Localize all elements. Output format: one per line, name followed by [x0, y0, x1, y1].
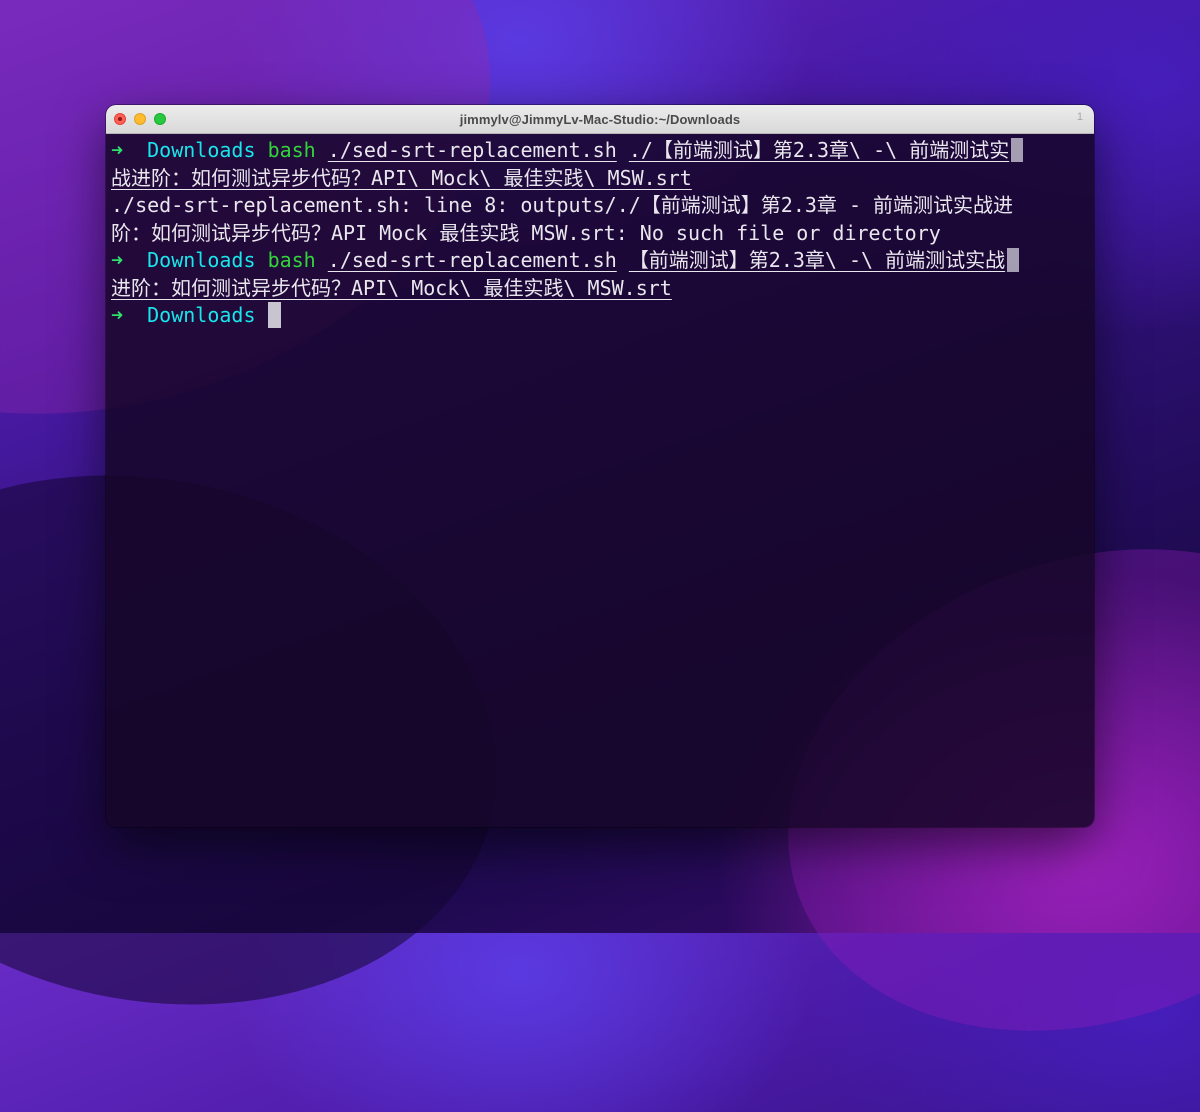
wrap-marker [1011, 138, 1024, 162]
wrapped-line: 进阶：如何测试异步代码？API\ Mock\ 最佳实践\ MSW.srt [111, 275, 1094, 303]
prompt-cwd: Downloads [147, 248, 256, 272]
tab-index: 1 [1076, 111, 1083, 123]
prompt-line: ➜ Downloads [111, 302, 1094, 330]
terminal-window: jimmylv@JimmyLv-Mac-Studio:~/Downloads 1… [106, 105, 1094, 827]
terminal-output[interactable]: ➜ Downloads bash ./sed-srt-replacement.s… [106, 134, 1094, 330]
wrap-marker [1007, 248, 1020, 272]
prompt-arrow-icon: ➜ [111, 138, 124, 162]
prompt-cwd: Downloads [147, 303, 256, 327]
command-argument-continued: 战进阶：如何测试异步代码？API\ Mock\ 最佳实践\ MSW.srt [111, 165, 692, 190]
traffic-lights [114, 113, 166, 125]
prompt-line: ➜ Downloads bash ./sed-srt-replacement.s… [111, 247, 1094, 275]
close-icon [118, 117, 122, 121]
error-line: 阶：如何测试异步代码？API Mock 最佳实践 MSW.srt: No suc… [111, 220, 941, 245]
prompt-line: ➜ Downloads bash ./sed-srt-replacement.s… [111, 137, 1094, 165]
zoom-button[interactable] [154, 113, 166, 125]
script-path: ./sed-srt-replacement.sh [327, 138, 617, 162]
command-argument: ./【前端测试】第2.3章\ -\ 前端测试实 [628, 138, 1010, 162]
minimize-button[interactable] [134, 113, 146, 125]
prompt-cwd: Downloads [147, 138, 256, 162]
prompt-arrow-icon: ➜ [111, 248, 124, 272]
title-bar[interactable]: jimmylv@JimmyLv-Mac-Studio:~/Downloads 1 [106, 105, 1094, 134]
window-title: jimmylv@JimmyLv-Mac-Studio:~/Downloads [459, 111, 741, 127]
command-argument-continued: 进阶：如何测试异步代码？API\ Mock\ 最佳实践\ MSW.srt [111, 275, 672, 300]
prompt-arrow-icon: ➜ [111, 303, 124, 327]
script-path: ./sed-srt-replacement.sh [327, 248, 617, 272]
command-name: bash [267, 248, 316, 272]
command-name: bash [267, 138, 316, 162]
error-line: ./sed-srt-replacement.sh: line 8: output… [111, 193, 1014, 217]
text-cursor[interactable] [267, 302, 281, 328]
close-button[interactable] [114, 113, 126, 125]
wrapped-line: 战进阶：如何测试异步代码？API\ Mock\ 最佳实践\ MSW.srt [111, 165, 1094, 193]
command-argument: 【前端测试】第2.3章\ -\ 前端测试实战 [628, 248, 1006, 272]
